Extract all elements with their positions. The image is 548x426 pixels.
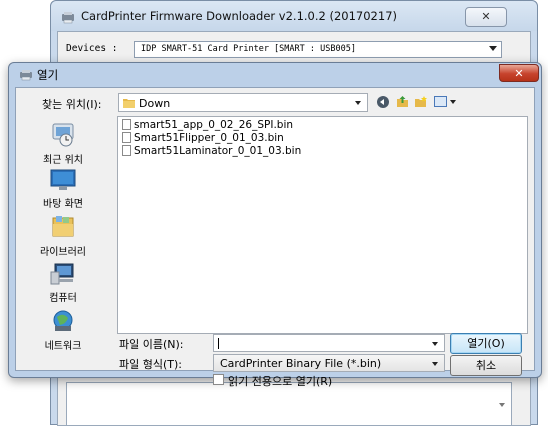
dialog-app-icon xyxy=(20,70,32,81)
place-label: 라이브러리 xyxy=(40,247,86,258)
readonly-checkbox[interactable] xyxy=(213,374,224,385)
cancel-button[interactable]: 취소 xyxy=(450,355,522,376)
file-type-label: 파일 형식(T): xyxy=(119,358,182,371)
devices-label: Devices : xyxy=(66,43,118,54)
up-folder-icon[interactable] xyxy=(396,95,409,108)
file-name-label: 파일 이름(N): xyxy=(119,338,184,351)
view-menu-icon[interactable] xyxy=(434,96,447,107)
file-type-select[interactable]: CardPrinter Binary File (*.bin) xyxy=(213,354,445,372)
dialog-title: 열기 xyxy=(37,68,59,82)
folder-icon xyxy=(123,99,135,108)
file-item[interactable]: smart51_app_0_02_26_SPI.bin xyxy=(122,119,293,132)
chevron-down-icon xyxy=(489,46,497,51)
look-in-label: 찾는 위치(I): xyxy=(42,98,102,111)
dialog-close-button[interactable]: ✕ xyxy=(499,64,539,82)
desktop-icon xyxy=(50,169,76,190)
chevron-down-icon xyxy=(432,362,438,366)
place-desktop[interactable]: 바탕 화면 xyxy=(22,168,104,210)
computer-icon xyxy=(50,263,74,285)
devices-value: IDP SMART-51 Card Printer [SMART : USB00… xyxy=(141,44,356,54)
place-libraries[interactable]: 라이브러리 xyxy=(22,214,104,258)
file-list[interactable]: smart51_app_0_02_26_SPI.bin Smart51Flipp… xyxy=(117,116,528,334)
file-name: Smart51Laminator_0_01_03.bin xyxy=(134,145,302,157)
chevron-down-icon[interactable] xyxy=(432,342,438,346)
place-label: 네트워크 xyxy=(44,341,82,352)
look-in-value: Down xyxy=(139,97,171,110)
recent-places-icon xyxy=(52,123,74,147)
place-network[interactable]: 네트워크 xyxy=(22,308,104,352)
devices-select[interactable]: IDP SMART-51 Card Printer [SMART : USB00… xyxy=(134,41,502,58)
readonly-label: 읽기 전용으로 열기(R) xyxy=(228,375,333,388)
dialog-client-area: 찾는 위치(I): Down 최근 위치 바탕 화면 라이브러리 컴퓨터 네트워… xyxy=(15,87,535,388)
file-icon xyxy=(122,119,131,130)
file-name: Smart51Flipper_0_01_03.bin xyxy=(134,132,284,144)
file-icon xyxy=(122,132,131,143)
place-label: 최근 위치 xyxy=(43,155,83,166)
place-label: 컴퓨터 xyxy=(49,293,77,304)
place-computer[interactable]: 컴퓨터 xyxy=(22,262,104,304)
file-name-input[interactable] xyxy=(213,334,445,352)
downloader-close-button[interactable]: ✕ xyxy=(465,7,507,27)
file-item[interactable]: Smart51Laminator_0_01_03.bin xyxy=(122,145,301,158)
network-icon xyxy=(53,310,73,331)
file-item[interactable]: Smart51Flipper_0_01_03.bin xyxy=(122,132,284,145)
file-type-value: CardPrinter Binary File (*.bin) xyxy=(220,357,382,370)
file-name: smart51_app_0_02_26_SPI.bin xyxy=(134,119,294,131)
open-button[interactable]: 열기(O) xyxy=(450,333,522,354)
back-icon[interactable] xyxy=(377,96,389,108)
chevron-down-icon[interactable] xyxy=(450,100,456,104)
text-caret xyxy=(218,338,219,349)
chevron-down-icon xyxy=(355,101,361,105)
scroll-down-arrow-icon[interactable] xyxy=(499,403,505,407)
file-icon xyxy=(122,145,131,156)
downloader-title: CardPrinter Firmware Downloader v2.1.0.2… xyxy=(81,9,397,23)
app-icon xyxy=(62,12,74,24)
look-in-combo[interactable]: Down xyxy=(118,93,368,112)
downloader-title-bar: CardPrinter Firmware Downloader v2.1.0.2… xyxy=(51,1,537,31)
place-recent[interactable]: 최근 위치 xyxy=(22,122,104,166)
place-label: 바탕 화면 xyxy=(43,199,83,210)
libraries-icon xyxy=(52,216,74,237)
new-folder-icon[interactable] xyxy=(414,95,428,108)
open-file-dialog: 열기 ✕ 찾는 위치(I): Down 최근 위치 바탕 화면 라이브러리 컴퓨… xyxy=(8,62,542,388)
